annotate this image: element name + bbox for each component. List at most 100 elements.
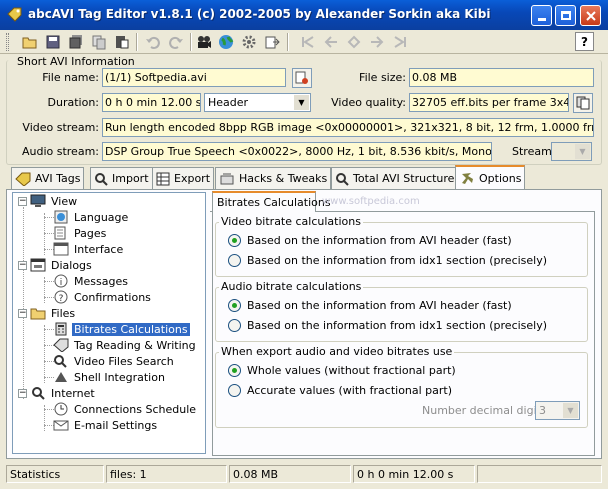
tree-item-confirmations[interactable]: ? Confirmations xyxy=(53,289,153,305)
paste-icon xyxy=(116,36,129,49)
radio-unchecked-icon xyxy=(228,384,241,397)
video-bitrate-group xyxy=(215,222,588,277)
duration-source-select[interactable]: Header ▼ xyxy=(204,93,311,112)
audio-bitrate-idx1-radio[interactable]: Based on the information from idx1 secti… xyxy=(228,319,547,332)
tree-item-email-settings[interactable]: E-mail Settings xyxy=(53,417,159,433)
tree-item-bitrates-calculations[interactable]: Bitrates Calculations xyxy=(53,321,190,337)
tab-import[interactable]: Import xyxy=(90,167,153,189)
help-icon: ? xyxy=(581,34,588,49)
duration-label: Duration: xyxy=(47,96,99,109)
toolbar-grip[interactable] xyxy=(6,33,9,51)
export-whole-values-radio[interactable]: Whole values (without fractional part) xyxy=(228,364,456,377)
hacks-icon xyxy=(220,173,234,184)
title-bar[interactable]: abcAVI Tag Editor v1.8.1 (c) 2002-2005 b… xyxy=(0,0,608,30)
maximize-button[interactable] xyxy=(555,5,576,26)
export-icon xyxy=(265,36,280,49)
audio-stream-field[interactable]: DSP Group True Speech <0x0022>, 8000 Hz,… xyxy=(102,142,492,161)
folder-icon xyxy=(30,308,46,320)
tree-item-files[interactable]: − Files xyxy=(18,305,77,321)
rename-icon xyxy=(295,71,308,84)
short-info-title-bg: Short AVI Information xyxy=(15,55,137,68)
tree-item-language[interactable]: Language xyxy=(53,209,130,225)
paste-button[interactable] xyxy=(111,31,133,53)
video-bitrate-header-radio[interactable]: Based on the information from AVI header… xyxy=(228,234,512,247)
diamond-button[interactable] xyxy=(343,31,365,53)
chevron-down-icon: ▼ xyxy=(575,144,590,159)
minimize-button[interactable] xyxy=(531,5,552,26)
export-accurate-values-radio[interactable]: Accurate values (with fractional part) xyxy=(228,384,452,397)
globe-button[interactable] xyxy=(215,31,237,53)
close-button[interactable] xyxy=(580,5,601,26)
audio-bitrate-group-title: Audio bitrate calculations xyxy=(219,280,364,293)
tree-item-view[interactable]: − View xyxy=(18,193,79,209)
video-stream-label: Video stream: xyxy=(22,121,99,134)
file-name-field[interactable]: (1/1) Softpedia.avi xyxy=(102,68,286,87)
tree-item-shell-integration[interactable]: Shell Integration xyxy=(53,369,167,385)
status-extra xyxy=(477,465,602,483)
previous-button[interactable] xyxy=(320,31,342,53)
options-tree[interactable]: − View Language Pages Interface − Dialogs … xyxy=(12,192,206,454)
shell-icon xyxy=(55,372,67,382)
tab-avi-tags[interactable]: AVI Tags xyxy=(11,167,85,189)
tab-export[interactable]: Export xyxy=(152,167,215,189)
file-rename-button[interactable] xyxy=(292,68,312,88)
first-button[interactable] xyxy=(297,31,319,53)
video-player-button[interactable] xyxy=(193,31,215,53)
audio-bitrate-header-radio[interactable]: Based on the information from AVI header… xyxy=(228,299,512,312)
video-quality-field[interactable]: 32705 eff.bits per frame 3x4 xyxy=(409,93,569,112)
export-bitrate-group-title: When export audio and video bitrates use xyxy=(219,345,455,358)
radio-checked-icon xyxy=(228,234,241,247)
settings-button[interactable] xyxy=(238,31,260,53)
radio-checked-icon xyxy=(228,299,241,312)
file-size-field[interactable]: 0.08 MB xyxy=(409,68,594,87)
previous-icon xyxy=(324,36,337,48)
tab-hacks-tweaks[interactable]: Hacks & Tweaks xyxy=(215,167,332,189)
duration-field[interactable]: 0 h 0 min 12.00 s xyxy=(102,93,201,112)
chevron-down-icon: ▼ xyxy=(294,95,309,110)
save-all-button[interactable] xyxy=(65,31,87,53)
copy-button[interactable] xyxy=(88,31,110,53)
video-quality-button[interactable] xyxy=(573,93,593,113)
internet-icon xyxy=(32,387,45,400)
radio-unchecked-icon xyxy=(228,254,241,267)
save-button[interactable] xyxy=(42,31,64,53)
help-button[interactable]: ? xyxy=(575,32,594,51)
next-icon xyxy=(371,36,384,48)
decimal-digits-select[interactable]: 3 ▼ xyxy=(535,401,580,420)
video-bitrate-idx1-radio[interactable]: Based on the information from idx1 secti… xyxy=(228,254,547,267)
radio-checked-icon xyxy=(228,364,241,377)
stream-select[interactable]: ▼ xyxy=(551,142,592,161)
status-bar: Statistics files: 1 0.08 MB 0 h 0 min 12… xyxy=(0,462,608,489)
globe-icon xyxy=(54,210,68,224)
tree-item-tag-reading-writing[interactable]: Tag Reading & Writing xyxy=(53,337,198,353)
tab-total-avi-structure[interactable]: Total AVI Structure xyxy=(331,167,459,189)
tree-item-dialogs[interactable]: − Dialogs xyxy=(18,257,94,273)
export-button[interactable] xyxy=(261,31,283,53)
tree-item-pages[interactable]: Pages xyxy=(53,225,108,241)
tab-options[interactable]: Options xyxy=(455,165,526,190)
collapse-icon: − xyxy=(18,387,27,398)
tree-item-video-files-search[interactable]: Video Files Search xyxy=(53,353,176,369)
minimize-icon xyxy=(537,18,546,21)
tree-item-interface[interactable]: Interface xyxy=(53,241,125,257)
open-folder-icon xyxy=(22,37,37,49)
audio-bitrate-group xyxy=(215,287,588,342)
tree-selected-label: Bitrates Calculations xyxy=(72,322,190,336)
status-files: files: 1 xyxy=(106,465,227,483)
save-all-icon xyxy=(69,35,82,49)
diamond-icon xyxy=(347,35,361,49)
subtab-bitrates-calculations[interactable]: Bitrates Calculations xyxy=(212,191,331,213)
tag-icon xyxy=(53,338,69,352)
redo-button[interactable] xyxy=(165,31,187,53)
next-button[interactable] xyxy=(366,31,388,53)
last-button[interactable] xyxy=(389,31,411,53)
file-name-label: File name: xyxy=(42,71,99,84)
tree-item-connections-schedule[interactable]: Connections Schedule xyxy=(53,401,198,417)
tree-item-internet[interactable]: − Internet xyxy=(18,385,97,401)
copy-icon xyxy=(576,96,590,110)
tree-item-messages[interactable]: i Messages xyxy=(53,273,130,289)
video-stream-field[interactable]: Run length encoded 8bpp RGB image <0x000… xyxy=(102,118,594,137)
save-icon xyxy=(46,35,60,49)
open-button[interactable] xyxy=(19,31,41,53)
undo-button[interactable] xyxy=(142,31,164,53)
